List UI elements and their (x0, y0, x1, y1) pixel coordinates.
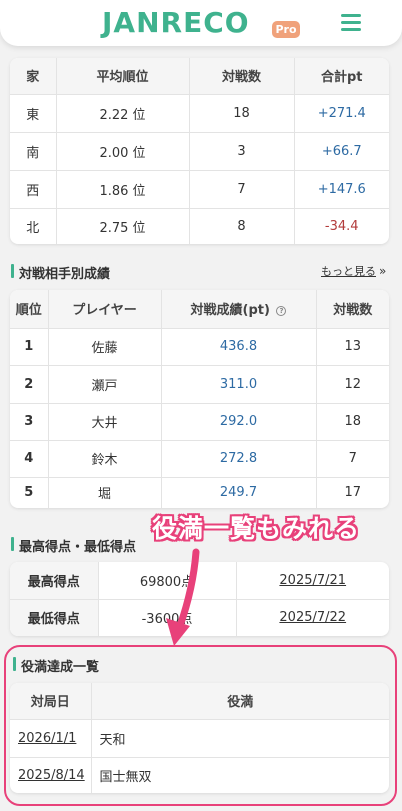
games-cell: 17 (344, 485, 362, 501)
seat-stats-table: 家 平均順位 対戦数 合計pt 東 2.22 位 18 +271.4 南 2.0… (10, 58, 389, 244)
rank-cell: 2 (10, 365, 49, 404)
double-chevron-right-icon: » (379, 264, 387, 278)
score-cell: 292.0 (161, 403, 317, 441)
yakuman-card: 対局日 役満 2026/1/1 天和 2025/8/14 国士無双 (10, 683, 389, 793)
help-icon[interactable]: ? (276, 305, 287, 316)
games-cell: 8 (189, 208, 295, 244)
score-cell: 436.8 (161, 328, 317, 366)
seat-cell: 北 (10, 208, 57, 244)
hamburger-menu-icon[interactable] (341, 14, 361, 32)
pro-badge: Pro (272, 21, 300, 38)
score-cell: 249.7 (161, 477, 317, 508)
rank-cell: 3 (10, 403, 49, 441)
annotation-arrow-icon (166, 548, 200, 646)
column-header: 順位 (10, 290, 49, 329)
player-cell: 鈴木 (48, 440, 162, 478)
column-header: 役満 (91, 683, 389, 720)
seat-stats-card: 家 平均順位 対戦数 合計pt 東 2.22 位 18 +271.4 南 2.0… (10, 58, 389, 244)
games-cell: 7 (189, 170, 295, 209)
total-pt-cell: +271.4 (294, 94, 389, 133)
column-header: 平均順位 (56, 58, 190, 95)
rank-cell: 5 (10, 477, 49, 508)
player-cell: 堀 (48, 477, 162, 508)
yakuman-date-link[interactable]: 2025/8/14 (18, 768, 85, 783)
games-cell: 18 (316, 403, 389, 441)
record-date-cell: 2025/7/21 (236, 562, 389, 600)
more-link[interactable]: もっと見る» (321, 263, 386, 279)
avg-rank-cell: 2.00 位 (56, 132, 190, 171)
yakuman-name-cell: 天和 (91, 719, 389, 758)
score-records-section-title: 最高得点・最低得点 (11, 536, 136, 555)
column-header-label: 対戦成績(pt) (190, 303, 270, 319)
column-header: 対戦数 (316, 290, 389, 329)
column-header: プレイヤー (48, 290, 162, 329)
score-cell: 272.8 (161, 440, 317, 478)
seat-cell: 東 (10, 94, 57, 133)
player-cell: 瀬戸 (48, 365, 162, 404)
column-header: 合計pt (294, 58, 389, 95)
record-date-cell: 2025/7/22 (236, 599, 389, 636)
rank-cell: 4 (10, 440, 49, 478)
avg-rank-cell: 1.86 位 (56, 170, 190, 209)
score-cell: 311.0 (161, 365, 317, 404)
yakuman-table: 対局日 役満 2026/1/1 天和 2025/8/14 国士無双 (10, 683, 389, 793)
yakuman-name-cell: 国士無双 (99, 769, 152, 785)
seat-cell: 南 (10, 132, 57, 171)
games-cell: 18 (189, 94, 295, 133)
yakuman-section-title: 役満達成一覧 (13, 656, 99, 675)
record-label-cell: 最高得点 (10, 562, 99, 600)
games-cell: 7 (316, 440, 389, 478)
record-label-cell: 最低得点 (10, 599, 99, 636)
column-header: 対局日 (10, 683, 92, 720)
opponents-section-title: 対戦相手別成績 (11, 263, 110, 282)
total-pt-cell: -34.4 (324, 218, 359, 234)
yakuman-date-cell: 2025/8/14 (10, 757, 92, 793)
seat-cell: 西 (10, 170, 57, 209)
record-date-link[interactable]: 2025/7/22 (279, 610, 346, 625)
record-date-link[interactable]: 2025/7/21 (279, 573, 346, 588)
column-header-score: 対戦成績(pt) ? (161, 290, 317, 329)
total-pt-cell: +66.7 (294, 132, 389, 171)
opponents-table: 順位 プレイヤー 対戦成績(pt) ? 対戦数 1 佐藤 436.8 13 2 … (10, 290, 389, 508)
rank-cell: 1 (10, 328, 49, 366)
yakuman-date-link[interactable]: 2026/1/1 (18, 731, 76, 746)
annotation-callout: 役満一覧もみれる (152, 514, 361, 543)
avg-rank-cell: 2.75 位 (56, 208, 190, 244)
app-header: JANRECO Pro (0, 0, 402, 46)
app-logo[interactable]: JANRECO (102, 6, 250, 39)
games-cell: 3 (189, 132, 295, 171)
games-cell: 13 (316, 328, 389, 366)
column-header: 対戦数 (189, 58, 295, 95)
more-link-label: もっと見る (321, 265, 376, 278)
total-pt-cell: +147.6 (294, 170, 389, 209)
player-cell: 大井 (48, 403, 162, 441)
column-header: 家 (10, 58, 57, 95)
opponents-card: 順位 プレイヤー 対戦成績(pt) ? 対戦数 1 佐藤 436.8 13 2 … (10, 290, 389, 508)
yakuman-date-cell: 2026/1/1 (10, 719, 92, 758)
avg-rank-cell: 2.22 位 (56, 94, 190, 133)
games-cell: 12 (316, 365, 389, 404)
player-cell: 佐藤 (48, 328, 162, 366)
